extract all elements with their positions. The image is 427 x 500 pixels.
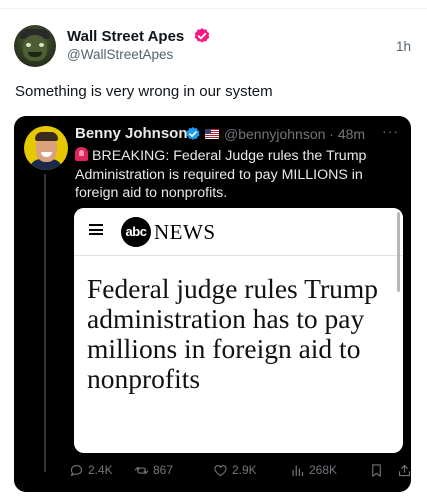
thread-line — [44, 174, 46, 472]
author-display-name[interactable]: Wall Street Apes — [67, 28, 184, 45]
quoted-author-avatar[interactable] — [24, 126, 68, 170]
quoted-action-bar: 2.4K 867 2.9K 268K — [69, 460, 411, 480]
abc-logo: abc — [121, 217, 151, 247]
us-flag-icon — [205, 129, 219, 139]
article-headline: Federal judge rules Trump administration… — [87, 273, 379, 394]
quoted-tweet-body: BREAKING: Federal Judge rules the Trump … — [75, 148, 367, 202]
reply-button[interactable]: 2.4K — [69, 460, 113, 480]
repost-button[interactable]: 867 — [134, 460, 173, 480]
hamburger-menu-icon — [89, 224, 103, 235]
top-divider — [0, 8, 427, 9]
siren-icon — [75, 147, 88, 161]
avatar-face-shape — [23, 35, 47, 61]
more-options-icon[interactable]: ··· — [382, 123, 399, 139]
quoted-tweet-text: BREAKING: Federal Judge rules the Trump … — [75, 147, 395, 203]
article-screenshot-image[interactable]: abc NEWS Federal judge rules Trump admin… — [74, 208, 403, 453]
bookmark-icon — [372, 463, 381, 477]
views-button[interactable]: 268K — [290, 460, 337, 480]
quoted-author-name[interactable]: Benny Johnson — [75, 125, 188, 142]
author-avatar[interactable] — [14, 25, 56, 67]
bookmark-button[interactable] — [369, 460, 388, 480]
article-scrollbar — [397, 212, 400, 292]
avatar-eyes-shape — [26, 43, 44, 47]
views-count: 268K — [309, 463, 338, 477]
repost-count: 867 — [153, 463, 174, 477]
views-chart-icon — [292, 465, 304, 476]
share-icon — [398, 464, 411, 476]
article-header: abc NEWS — [74, 208, 403, 252]
reply-icon — [70, 464, 83, 476]
tweet-text: Something is very wrong in our system — [15, 83, 273, 100]
article-divider — [74, 255, 403, 256]
author-handle[interactable]: @WallStreetApes — [67, 47, 173, 62]
verified-badge-icon — [194, 28, 210, 43]
like-count: 2.9K — [232, 463, 257, 477]
tweet-timestamp[interactable]: 1h — [396, 39, 411, 54]
verified-badge-icon — [186, 127, 200, 140]
abc-news-wordmark: NEWS — [154, 220, 216, 244]
avatar-hair-shape — [35, 132, 58, 141]
heart-icon — [214, 464, 227, 476]
repost-icon — [134, 466, 149, 474]
like-button[interactable]: 2.9K — [213, 460, 257, 480]
quoted-tweet-card[interactable]: Benny Johnson @bennyjohnson · 48m ··· BR… — [14, 116, 411, 492]
quoted-author-handle[interactable]: @bennyjohnson · 48m — [224, 126, 365, 142]
reply-count: 2.4K — [88, 463, 113, 477]
share-button[interactable] — [397, 460, 411, 480]
